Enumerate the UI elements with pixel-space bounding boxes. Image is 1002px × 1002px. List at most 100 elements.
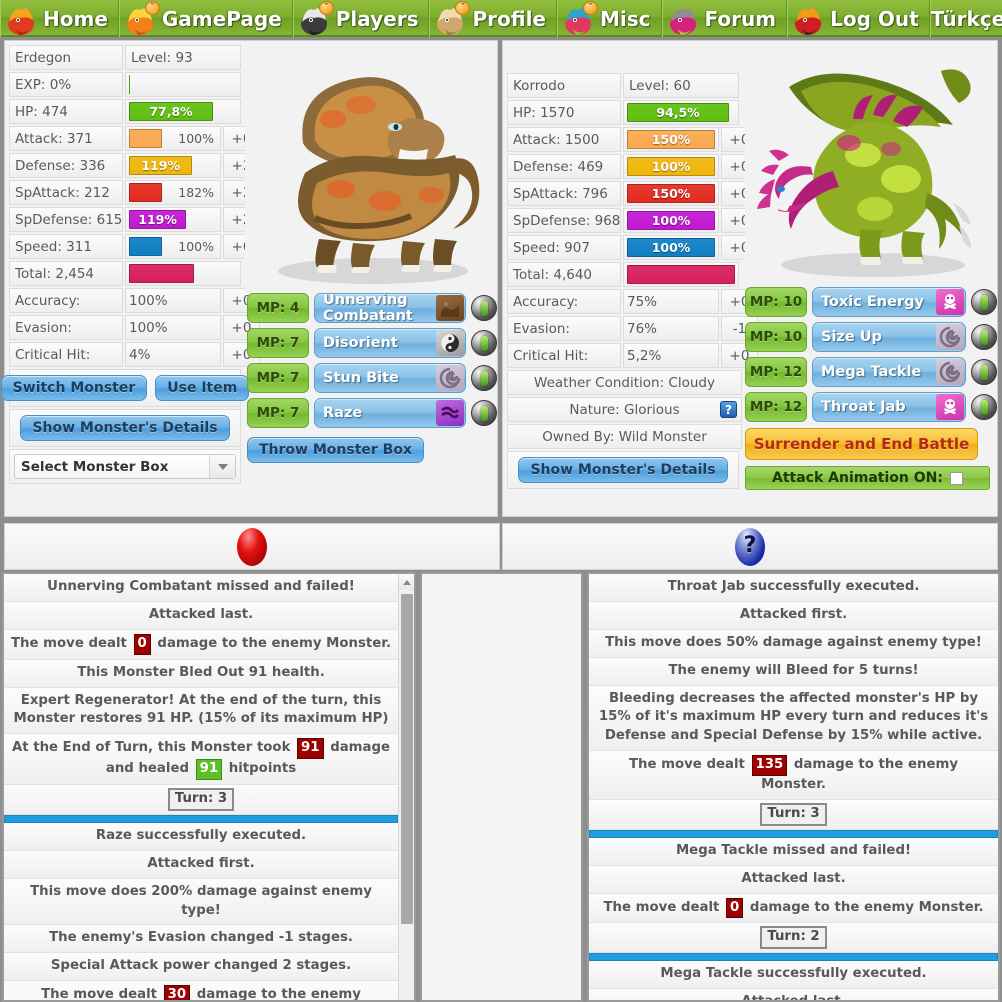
attack-animation-toggle[interactable]: Attack Animation ON: <box>745 466 990 490</box>
nav-item-profile[interactable]: ˇ Profile <box>429 0 557 37</box>
stat-bar-cell: 100% <box>623 208 719 233</box>
turn-indicator: Turn: 2 <box>589 923 998 954</box>
move-info-orb-icon[interactable] <box>971 324 997 350</box>
stat-bar: 150% <box>627 130 715 149</box>
scroll-up-icon[interactable] <box>399 574 414 590</box>
move-button[interactable]: Size Up <box>812 322 966 352</box>
throw-monster-box-button[interactable]: Throw Monster Box <box>247 437 424 463</box>
select-monster-box-dropdown[interactable]: Select Monster Box <box>14 454 236 479</box>
nav-item-misc[interactable]: ˇ Misc <box>557 0 662 37</box>
attack-animation-checkbox[interactable] <box>949 471 963 485</box>
red-gem-icon[interactable] <box>237 527 267 566</box>
stat-percent-text: 100% <box>178 239 214 254</box>
nav-item-home[interactable]: Home <box>0 0 119 37</box>
move-mp-cost[interactable]: MP: 10 <box>745 287 807 317</box>
help-icon[interactable]: ? <box>720 401 737 418</box>
stat-bar-cell: 100% <box>623 154 719 179</box>
move-button[interactable]: Unnerving Combatant <box>314 293 466 323</box>
extra-stat-label: Evasion: <box>507 316 621 341</box>
extra-stat-value: 76% <box>623 316 719 341</box>
move-mp-cost[interactable]: MP: 12 <box>745 357 807 387</box>
stat-bar <box>129 264 194 283</box>
scrollbar-thumb[interactable] <box>401 594 413 924</box>
nav-item-label: Log Out <box>830 6 919 31</box>
blue-question-gem-icon[interactable]: ? <box>735 527 765 566</box>
stat-label: Attack: 1500 <box>507 127 621 152</box>
log-line: The enemy's Evasion changed -1 stages. <box>4 925 398 954</box>
nav-item-label: Profile <box>472 6 546 31</box>
move-button[interactable]: Toxic Energy <box>812 287 966 317</box>
move-button[interactable]: Raze <box>314 398 466 428</box>
move-button[interactable]: Disorient <box>314 328 466 358</box>
stat-bar-cell: 150% <box>623 181 719 206</box>
stat-row: Defense: 469 100% +0 <box>507 154 758 179</box>
enemy-battle-log: Throat Jab successfully executed. Attacke… <box>587 572 1000 1002</box>
nav-item-forum[interactable]: Forum <box>661 0 788 37</box>
player-monster-sprite <box>245 43 497 293</box>
nav-item-label: GamePage <box>161 6 282 31</box>
stat-row: Attack: 371 100% +0 <box>9 126 260 151</box>
chevron-down-icon[interactable] <box>209 455 235 478</box>
move-button[interactable]: Stun Bite <box>314 363 466 393</box>
stat-bar: 100% <box>627 211 715 230</box>
move-info-orb-icon[interactable] <box>971 289 997 315</box>
enemy-stat-bars: HP: 1570 94,5% Attack: 1500 150% +0 Defense: … <box>507 100 758 287</box>
move-name: Throat Jab <box>821 399 906 415</box>
nav-item-log-out[interactable]: Log Out <box>787 0 930 37</box>
move-mp-cost[interactable]: MP: 12 <box>745 392 807 422</box>
stat-row: HP: 474 77,8% <box>9 99 241 124</box>
stat-bar-cell: 100% <box>623 235 719 260</box>
show-enemy-monster-details-button[interactable]: Show Monster's Details <box>518 457 728 483</box>
stat-label: Defense: 469 <box>507 154 621 179</box>
chevron-down-icon[interactable]: ˇ <box>144 1 160 15</box>
move-info-orb-icon[interactable] <box>471 365 497 391</box>
stat-bar: 77,8% <box>129 102 214 121</box>
player-log-scrollbar[interactable] <box>398 574 414 1000</box>
move-mp-cost[interactable]: MP: 4 <box>247 293 309 323</box>
nav-item-türkçe[interactable]: Türkçe <box>929 0 1002 37</box>
move-type-normal-icon <box>936 324 964 350</box>
flame-monster-icon <box>1 0 43 37</box>
stat-percent-text: 100% <box>178 131 214 146</box>
move-button[interactable]: Throat Jab <box>812 392 966 422</box>
move-mp-cost[interactable]: MP: 7 <box>247 328 309 358</box>
move-info-orb-icon[interactable] <box>471 295 497 321</box>
move-mp-cost[interactable]: MP: 7 <box>247 398 309 428</box>
move-info-orb-icon[interactable] <box>971 394 997 420</box>
turn-badge: Turn: 3 <box>167 788 235 811</box>
move-mp-cost[interactable]: MP: 7 <box>247 363 309 393</box>
move-mp-cost[interactable]: MP: 10 <box>745 322 807 352</box>
move-info-orb-icon[interactable] <box>471 330 497 356</box>
surrender-button[interactable]: Surrender and End Battle <box>745 428 978 460</box>
show-player-monster-details-button[interactable]: Show Monster's Details <box>20 415 230 441</box>
enemy-monster-panel: Korrodo Level: 60 HP: 1570 94,5% Attack: 1… <box>502 40 998 517</box>
stat-row: Defense: 336 119% +2 <box>9 153 260 178</box>
chevron-down-icon[interactable]: ˇ <box>318 1 334 15</box>
extra-stat-value: 75% <box>623 289 719 314</box>
stat-bar: 94,5% <box>627 103 730 122</box>
owner-row: Owned By: Wild Monster <box>507 424 742 449</box>
nav-item-label: Players <box>335 6 419 31</box>
nav-item-players[interactable]: ˇ Players <box>292 0 430 37</box>
question-mark-glyph: ? <box>743 532 757 558</box>
move-info-orb-icon[interactable] <box>971 359 997 385</box>
move-name: Toxic Energy <box>821 294 924 310</box>
use-item-button[interactable]: Use Item <box>155 375 250 401</box>
nav-item-gamepage[interactable]: ˇ GamePage <box>118 0 293 37</box>
weather-row: Weather Condition: Cloudy <box>507 370 742 395</box>
red-eel-icon <box>788 0 830 37</box>
enemy-action-row: Show Monster's Details <box>507 451 739 489</box>
extra-stat-label: Evasion: <box>9 315 123 340</box>
stat-bar-cell: 150% <box>623 127 719 152</box>
move-info-orb-icon[interactable] <box>471 400 497 426</box>
center-log-spacer <box>420 572 583 1002</box>
chevron-down-icon[interactable]: ˇ <box>583 1 598 15</box>
log-line: The move dealt 135 damage to the enemy M… <box>589 751 998 800</box>
log-line: Unnerving Combatant missed and failed! <box>4 574 398 602</box>
attack-animation-label: Attack Animation ON: <box>772 470 943 486</box>
extra-stat-row: Accuracy: 100% +0 <box>9 288 260 313</box>
move-button[interactable]: Mega Tackle <box>812 357 966 387</box>
switch-monster-button[interactable]: Switch Monster <box>0 375 148 401</box>
log-line: Raze successfully executed. <box>4 822 398 851</box>
nav-item-label: Türkçe <box>930 6 1002 31</box>
